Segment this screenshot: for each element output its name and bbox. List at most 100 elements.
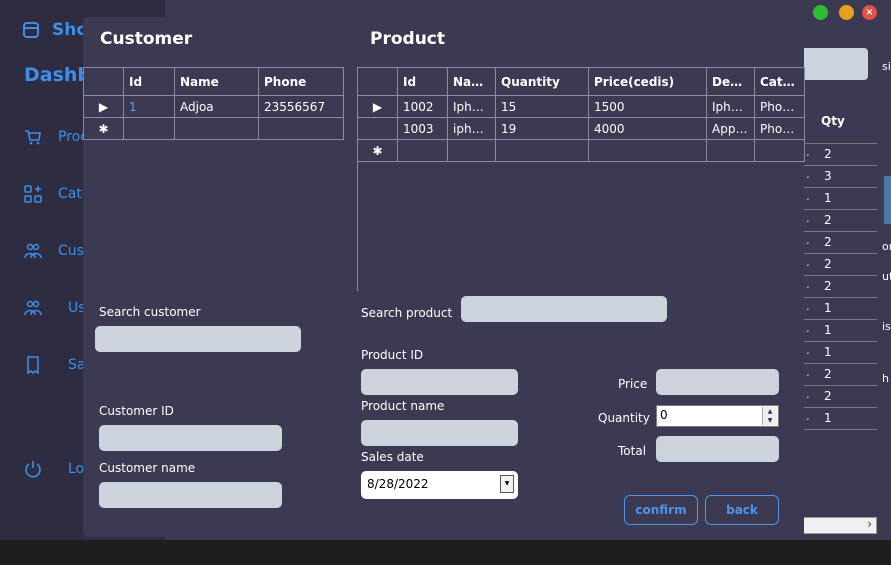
table-row[interactable]: 2	[803, 144, 877, 166]
chevron-down-icon[interactable]: ▼	[763, 416, 777, 425]
cell-phone[interactable]: 23556567	[258, 95, 344, 118]
chevron-right-icon[interactable]: ›	[867, 517, 872, 531]
confirm-button[interactable]: confirm	[624, 495, 698, 525]
customer-grid-header: Id Name Phone	[83, 67, 344, 96]
cell-empty[interactable]	[397, 139, 448, 162]
table-row[interactable]: 1	[803, 408, 877, 430]
close-icon: ×	[865, 7, 874, 18]
back-button[interactable]: back	[705, 495, 779, 525]
cell-name[interactable]: ipho...	[447, 117, 496, 140]
table-row[interactable]: 1	[803, 320, 877, 342]
cell-empty[interactable]	[495, 139, 589, 162]
cell-price[interactable]: 1500	[588, 95, 707, 118]
new-row-asterisk-icon[interactable]: ✱	[83, 117, 124, 140]
customer-grid[interactable]: Id Name Phone ▶ 1 Adjoa 23556567 ✱	[83, 67, 344, 140]
table-row[interactable]: 3	[803, 166, 877, 188]
product-name-label: Product name	[361, 399, 445, 413]
table-row[interactable]: 1	[803, 298, 877, 320]
cell-description[interactable]: Ipho...	[706, 95, 755, 118]
quantity-value: 0	[660, 408, 668, 422]
cell-empty[interactable]	[123, 117, 175, 140]
search-customer-label: Search customer	[99, 305, 201, 319]
category-icon	[24, 185, 42, 203]
table-row[interactable]: 1003 ipho... 19 4000 Appl... Phon...	[357, 117, 805, 140]
column-header-description[interactable]: Descr...	[706, 67, 755, 96]
maximize-button[interactable]	[813, 5, 828, 20]
cell-empty[interactable]	[706, 139, 755, 162]
sales-date-label: Sales date	[361, 450, 424, 464]
sidebar-item-categories[interactable]: Cate	[24, 185, 90, 203]
cell-category[interactable]: Phon...	[754, 117, 805, 140]
background-search-input[interactable]	[800, 48, 868, 80]
column-header-id[interactable]: Id	[397, 67, 448, 96]
cell-quantity[interactable]: 19	[495, 117, 589, 140]
cell-empty[interactable]	[258, 117, 344, 140]
customer-name-field[interactable]	[99, 482, 282, 508]
table-row[interactable]: 2	[803, 210, 877, 232]
column-header-price[interactable]: Price(cedis)	[588, 67, 707, 96]
price-field[interactable]	[656, 369, 779, 395]
new-row[interactable]: ✱	[357, 139, 805, 162]
cell-id[interactable]: 1002	[397, 95, 448, 118]
sidebar-item-products[interactable]: Prod	[24, 128, 89, 146]
users-icon	[24, 299, 42, 317]
row-selector-blank[interactable]	[357, 117, 398, 140]
cell-price[interactable]: 4000	[588, 117, 707, 140]
table-row[interactable]: 2	[803, 232, 877, 254]
cell-id[interactable]: 1	[123, 95, 175, 118]
quantity-stepper[interactable]: 0 ▲ ▼	[656, 405, 779, 427]
receipt-icon	[24, 356, 42, 375]
sidebar-item-sales[interactable]: Sa	[24, 356, 85, 375]
product-section-title: Product	[370, 29, 445, 49]
cell-name[interactable]: Ipho...	[447, 95, 496, 118]
cell-quantity[interactable]: 15	[495, 95, 589, 118]
cell-empty[interactable]	[754, 139, 805, 162]
table-row[interactable]: 1	[803, 342, 877, 364]
column-header-quantity[interactable]: Quantity	[495, 67, 589, 96]
new-row[interactable]: ✱	[83, 117, 344, 140]
product-grid[interactable]: Id Name Quantity Price(cedis) Descr... C…	[357, 67, 805, 162]
sales-date-picker[interactable]: 8/28/2022 ▼	[361, 471, 518, 499]
table-row[interactable]: ▶ 1002 Ipho... 15 1500 Ipho... Phon...	[357, 95, 805, 118]
cell-empty[interactable]	[588, 139, 707, 162]
table-row[interactable]: 2	[803, 386, 877, 408]
horizontal-scrollbar[interactable]: ›	[803, 517, 877, 534]
row-selector-arrow-icon[interactable]: ▶	[357, 95, 398, 118]
table-row[interactable]: 2	[803, 364, 877, 386]
table-row[interactable]: ▶ 1 Adjoa 23556567	[83, 95, 344, 118]
cell-empty[interactable]	[447, 139, 496, 162]
table-row[interactable]: 1	[803, 188, 877, 210]
sidebar-item-users[interactable]: Us	[24, 299, 86, 317]
close-button[interactable]: ×	[862, 5, 877, 20]
customer-id-field[interactable]	[99, 425, 282, 451]
total-field[interactable]	[656, 436, 779, 462]
search-product-input[interactable]	[461, 296, 667, 322]
sales-date-value: 8/28/2022	[367, 477, 429, 491]
background-image-edge	[884, 176, 891, 224]
minimize-button[interactable]	[839, 5, 854, 20]
sales-dialog: Customer Product Id Name Phone ▶ 1 Adjoa…	[83, 17, 805, 537]
product-id-field[interactable]	[361, 369, 518, 395]
customer-id-label: Customer ID	[99, 404, 174, 418]
search-customer-input[interactable]	[95, 326, 301, 352]
cell-name[interactable]: Adjoa	[174, 95, 259, 118]
table-row[interactable]: 2	[803, 254, 877, 276]
column-header-phone[interactable]: Phone	[258, 67, 344, 96]
chevron-down-icon[interactable]: ▼	[500, 475, 514, 493]
product-name-field[interactable]	[361, 420, 518, 446]
cell-category[interactable]: Phon...	[754, 95, 805, 118]
column-header-category[interactable]: Cate...	[754, 67, 805, 96]
cell-empty[interactable]	[174, 117, 259, 140]
cell-id[interactable]: 1003	[397, 117, 448, 140]
chevron-up-icon[interactable]: ▲	[763, 407, 777, 416]
column-header-id[interactable]: Id	[123, 67, 175, 96]
new-row-asterisk-icon[interactable]: ✱	[357, 139, 398, 162]
table-row[interactable]: 2	[803, 276, 877, 298]
column-header-name[interactable]: Name	[447, 67, 496, 96]
edge-text: or	[882, 240, 891, 253]
customer-section-title: Customer	[100, 29, 193, 49]
column-header-name[interactable]: Name	[174, 67, 259, 96]
search-product-label: Search product	[361, 306, 453, 320]
cell-description[interactable]: Appl...	[706, 117, 755, 140]
row-selector-arrow-icon[interactable]: ▶	[83, 95, 124, 118]
